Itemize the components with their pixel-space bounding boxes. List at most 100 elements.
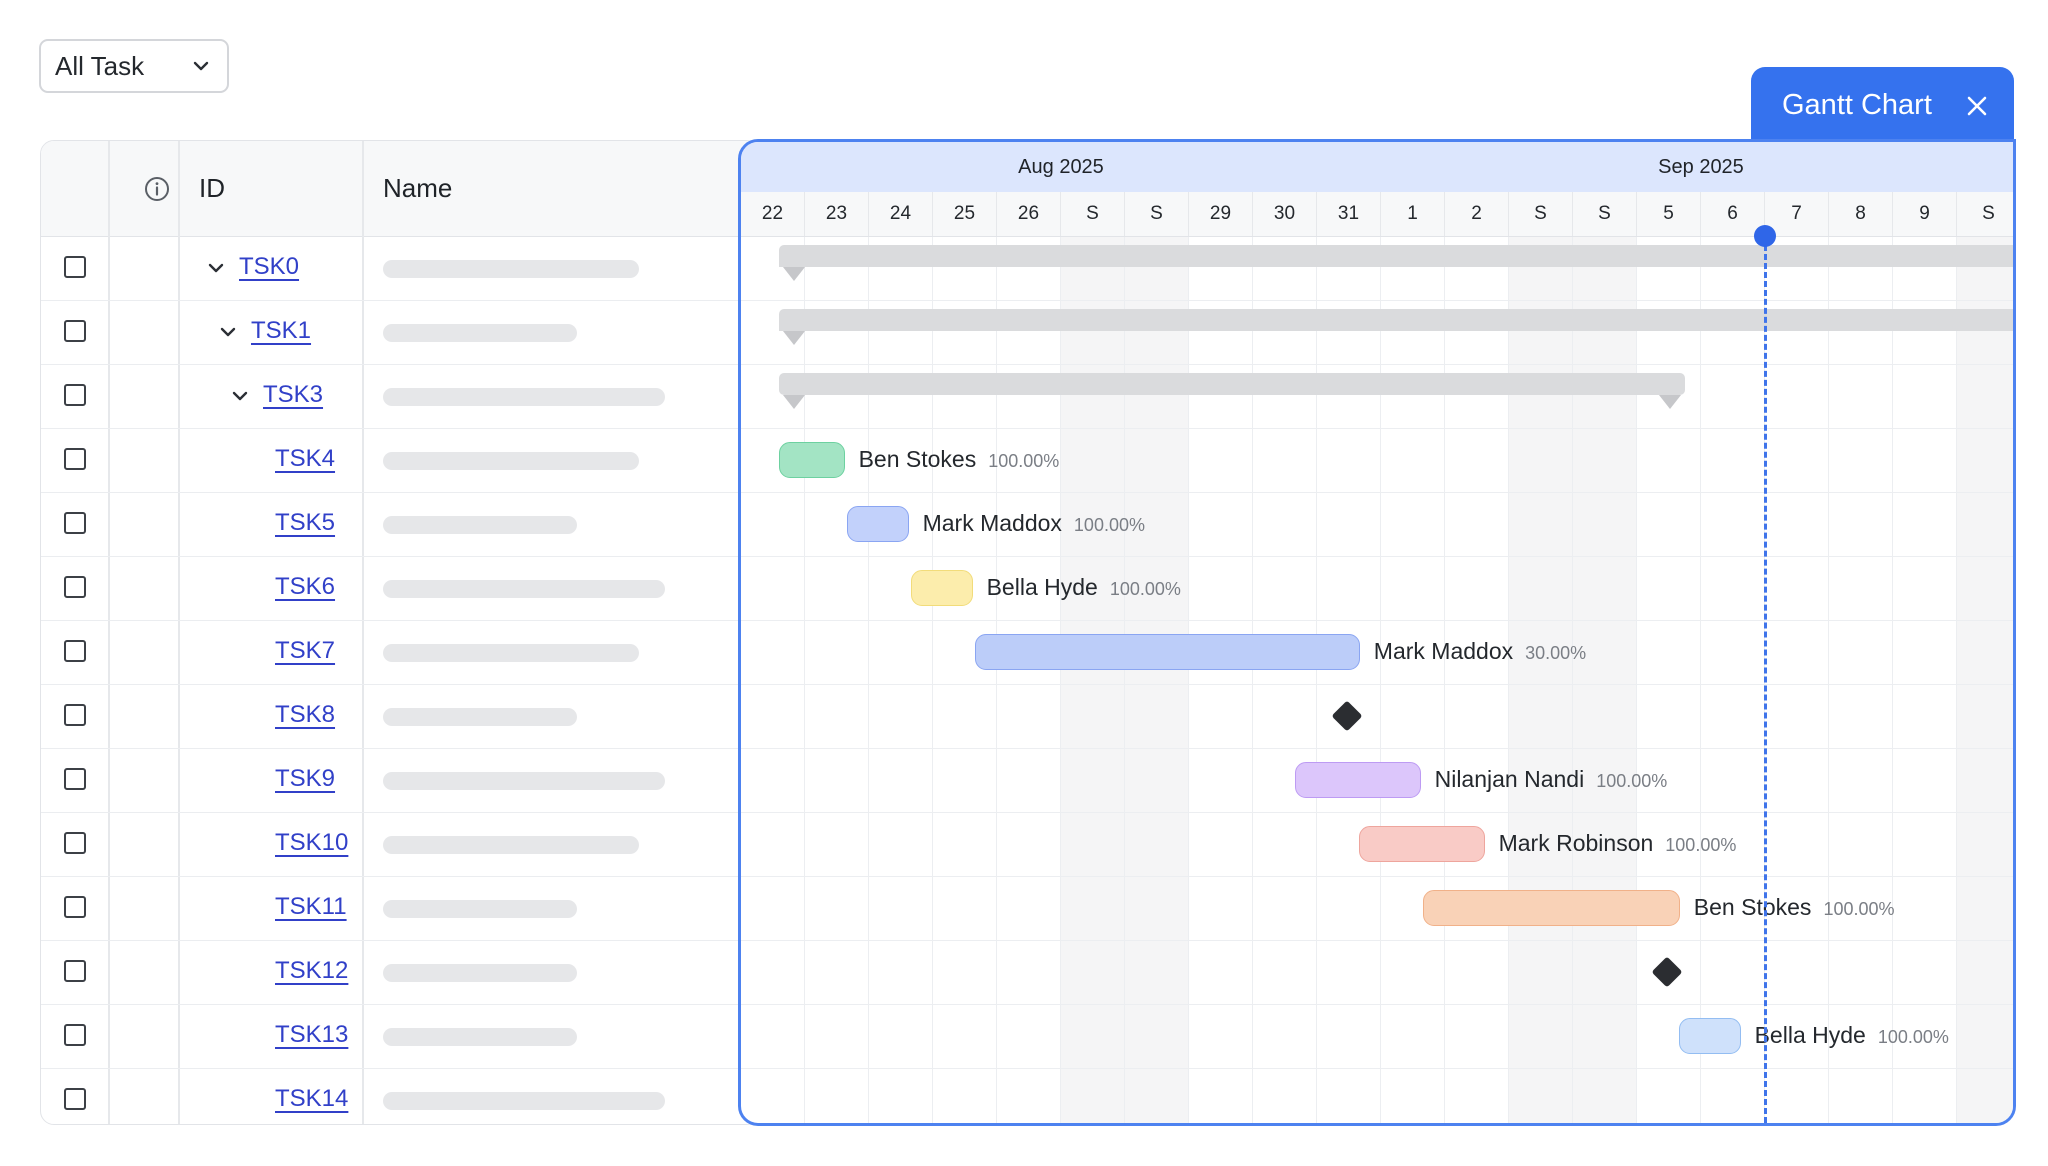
- month-header: Sep 2025: [1381, 142, 2013, 192]
- task-id-link[interactable]: TSK3: [263, 381, 323, 409]
- task-bar-label: Ben Stokes 100.00%: [1694, 894, 1895, 921]
- task-id-link[interactable]: TSK12: [275, 957, 348, 985]
- row-checkbox[interactable]: [64, 832, 86, 854]
- day-header: 31: [1317, 192, 1381, 236]
- table-row[interactable]: TSK6: [41, 556, 759, 621]
- task-progress: 100.00%: [1665, 835, 1737, 855]
- task-progress: 100.00%: [988, 451, 1060, 471]
- milestone-diamond[interactable]: [1331, 700, 1363, 732]
- row-checkbox[interactable]: [64, 704, 86, 726]
- row-checkbox[interactable]: [64, 960, 86, 982]
- task-bar[interactable]: [1294, 762, 1421, 798]
- row-checkbox[interactable]: [64, 640, 86, 662]
- day-header: 30: [1253, 192, 1317, 236]
- task-bar[interactable]: [974, 634, 1360, 670]
- task-id-link[interactable]: TSK14: [275, 1085, 348, 1113]
- task-id-link[interactable]: TSK5: [275, 509, 335, 537]
- row-checkbox[interactable]: [64, 1024, 86, 1046]
- task-id-link[interactable]: TSK1: [251, 317, 311, 345]
- task-bar[interactable]: [1358, 826, 1485, 862]
- table-row[interactable]: TSK3: [41, 364, 759, 429]
- row-checkbox[interactable]: [64, 256, 86, 278]
- task-id-link[interactable]: TSK10: [275, 829, 348, 857]
- summary-bar[interactable]: [779, 309, 2013, 331]
- summary-bar[interactable]: [779, 373, 1685, 395]
- table-row[interactable]: TSK11: [41, 876, 759, 941]
- name-placeholder: [383, 324, 577, 342]
- task-filter-dropdown[interactable]: All Task: [39, 39, 229, 93]
- task-bar[interactable]: [910, 570, 973, 606]
- task-id-link[interactable]: TSK8: [275, 701, 335, 729]
- task-bar-label: Ben Stokes 100.00%: [859, 446, 1060, 473]
- assignee-name: Mark Maddox: [922, 510, 1062, 536]
- task-bar[interactable]: [1678, 1018, 1741, 1054]
- row-checkbox[interactable]: [64, 768, 86, 790]
- table-row[interactable]: TSK10: [41, 812, 759, 877]
- row-checkbox[interactable]: [64, 896, 86, 918]
- row-checkbox[interactable]: [64, 576, 86, 598]
- chevron-down-icon[interactable]: [228, 384, 252, 408]
- task-id-link[interactable]: TSK13: [275, 1021, 348, 1049]
- chevron-down-icon[interactable]: [216, 320, 240, 344]
- summary-bar[interactable]: [779, 245, 2013, 267]
- task-id-link[interactable]: TSK9: [275, 765, 335, 793]
- chevron-down-icon: [193, 61, 209, 71]
- gantt-chart-tab[interactable]: Gantt Chart: [1751, 67, 2014, 145]
- task-progress: 100.00%: [1109, 579, 1181, 599]
- grid-line: [1252, 236, 1253, 1123]
- day-header: S: [1957, 192, 2013, 236]
- day-header: S: [1061, 192, 1125, 236]
- milestone-diamond[interactable]: [1651, 956, 1683, 988]
- grid-line: [741, 1068, 2013, 1069]
- grid-line: [1508, 236, 1509, 1123]
- name-placeholder: [383, 1092, 665, 1110]
- grid-line: [741, 1004, 2013, 1005]
- task-bar[interactable]: [1422, 890, 1680, 926]
- task-id-link[interactable]: TSK7: [275, 637, 335, 665]
- table-row[interactable]: TSK14: [41, 1068, 759, 1124]
- task-bar-label: Mark Robinson 100.00%: [1499, 830, 1737, 857]
- grid-line: [868, 236, 869, 1123]
- task-id-link[interactable]: TSK4: [275, 445, 335, 473]
- weekend-shading: [1509, 236, 1573, 1123]
- task-id-link[interactable]: TSK11: [275, 893, 347, 921]
- table-row[interactable]: TSK0: [41, 236, 759, 301]
- weekend-shading: [1061, 236, 1125, 1123]
- task-id-link[interactable]: TSK0: [239, 253, 299, 281]
- task-progress: 100.00%: [1596, 771, 1668, 791]
- table-row[interactable]: TSK8: [41, 684, 759, 749]
- task-bar-label: Mark Maddox 100.00%: [923, 510, 1145, 537]
- row-checkbox[interactable]: [64, 448, 86, 470]
- grid-line: [741, 876, 2013, 877]
- name-placeholder: [383, 708, 577, 726]
- name-placeholder: [383, 900, 577, 918]
- table-row[interactable]: TSK9: [41, 748, 759, 813]
- table-row[interactable]: TSK1: [41, 300, 759, 365]
- day-header: 25: [933, 192, 997, 236]
- chevron-down-icon[interactable]: [204, 256, 228, 280]
- id-column-header[interactable]: ID: [199, 141, 225, 236]
- table-row[interactable]: TSK12: [41, 940, 759, 1005]
- day-header: 1: [1381, 192, 1445, 236]
- row-checkbox[interactable]: [64, 384, 86, 406]
- name-column-header[interactable]: Name: [383, 141, 452, 236]
- row-checkbox[interactable]: [64, 512, 86, 534]
- grid-line: [741, 748, 2013, 749]
- task-bar[interactable]: [846, 506, 909, 542]
- row-checkbox[interactable]: [64, 1088, 86, 1110]
- close-icon[interactable]: [1962, 91, 1992, 121]
- table-row[interactable]: TSK5: [41, 492, 759, 557]
- name-placeholder: [383, 452, 639, 470]
- table-row[interactable]: TSK7: [41, 620, 759, 685]
- row-checkbox[interactable]: [64, 320, 86, 342]
- weekend-shading: [1573, 236, 1637, 1123]
- task-bar-label: Mark Maddox 30.00%: [1374, 638, 1586, 665]
- table-row[interactable]: TSK13: [41, 1004, 759, 1069]
- grid-line: [1060, 236, 1061, 1123]
- task-bar[interactable]: [779, 442, 845, 478]
- grid-line: [741, 428, 2013, 429]
- day-header: S: [1573, 192, 1637, 236]
- task-id-link[interactable]: TSK6: [275, 573, 335, 601]
- table-row[interactable]: TSK4: [41, 428, 759, 493]
- grid-line: [741, 300, 2013, 301]
